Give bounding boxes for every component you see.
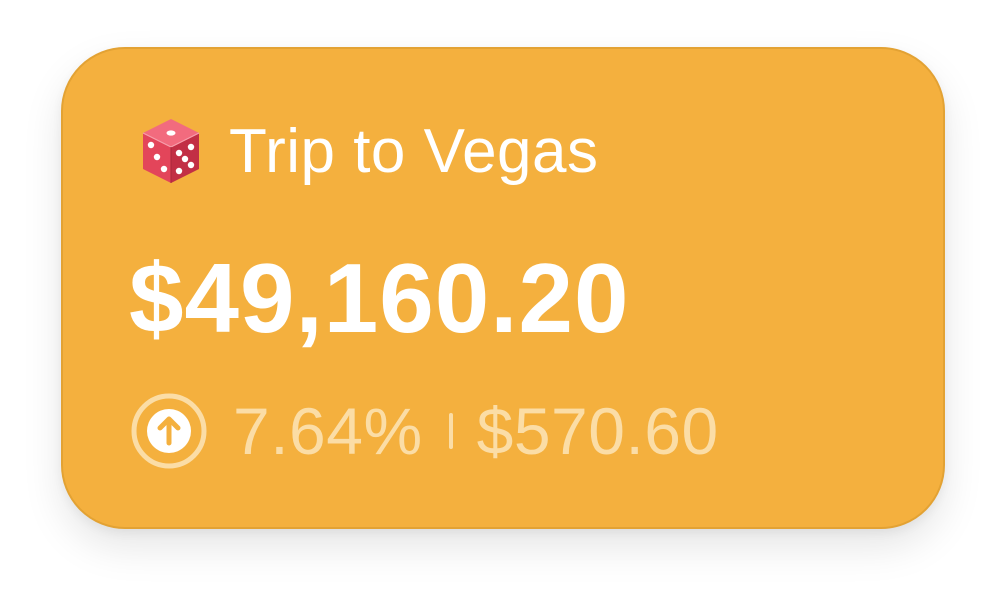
change-row: 7.64% $570.60 bbox=[131, 393, 719, 469]
up-arrow-circle-icon bbox=[131, 393, 207, 469]
goal-title: Trip to Vegas bbox=[229, 116, 599, 186]
goal-card[interactable]: Trip to Vegas $49,160.20 7.64% $570.60 bbox=[61, 47, 945, 529]
change-amount: $570.60 bbox=[476, 394, 719, 468]
dice-icon bbox=[142, 119, 200, 183]
balance-amount: $49,160.20 bbox=[129, 243, 630, 353]
divider bbox=[448, 413, 453, 449]
card-header: Trip to Vegas bbox=[139, 111, 599, 191]
change-percent: 7.64% bbox=[233, 394, 423, 468]
